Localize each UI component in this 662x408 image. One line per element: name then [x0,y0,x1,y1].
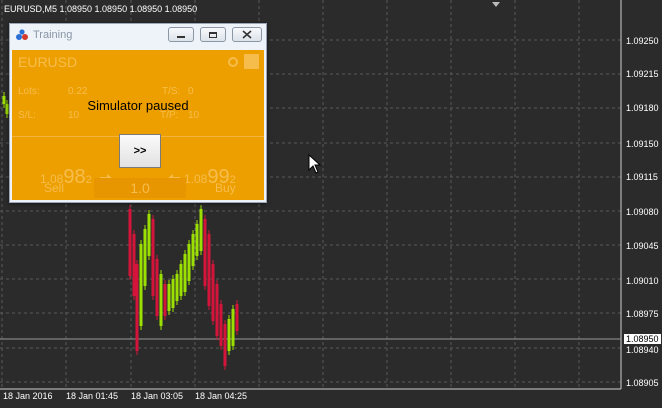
candle-body [191,234,195,266]
price-axis-label: 1.09250 [626,36,659,46]
buy-button[interactable]: Buy [215,181,236,195]
time-axis-label: 18 Jan 04:25 [195,391,248,401]
time-axis-label: 18 Jan 2016 [3,391,53,401]
candle-body [195,224,199,256]
training-dialog: Training EURUSD Lots: 0.22 T/S: 0 S/L: 1… [9,23,267,203]
current-price-label: 1.08950 [624,334,661,344]
candle-body [235,304,239,331]
time-axis-label: 18 Jan 03:05 [131,391,184,401]
candle-body [163,284,167,316]
buy-price-prefix: 1.08 [184,172,208,186]
volume-value: 1.0 [130,180,150,196]
candle-body [128,209,132,276]
price-axis-label: 1.09080 [626,207,659,217]
candle-body [187,244,191,281]
sell-price-fraction: 2 [85,174,92,186]
candle-body [199,209,203,251]
candle-body [159,274,163,326]
candle-body [215,284,219,336]
app-logo-icon [16,29,28,40]
candle-body [175,274,179,301]
price-axis-label: 1.08940 [626,345,659,355]
mouse-cursor-icon [308,154,321,174]
candle-body [135,264,139,351]
ts-label: T/S: [162,86,181,97]
dialog-title: Training [33,29,73,41]
price-axis-label: 1.08905 [626,378,659,388]
panel-symbol: EURUSD [18,54,78,70]
price-axis-label: 1.09180 [626,103,659,113]
minimize-button[interactable] [168,27,194,42]
candle-body [171,279,175,308]
candle-body [147,214,151,256]
simulator-status-text: Simulator paused [87,98,189,113]
candle-body [179,264,183,296]
sell-price-pips: 98 [63,166,86,188]
candle-body [167,284,171,311]
candle-body [139,244,143,326]
candle-body [203,219,207,286]
candle-body [155,259,159,316]
candle-body [183,254,187,292]
price-axis-label: 1.08975 [626,309,659,319]
minimize-icon [177,35,185,38]
sell-button[interactable]: Sell [44,181,64,195]
price-axis-label: 1.09115 [626,172,658,182]
maximize-button[interactable] [200,27,226,42]
gear-icon[interactable] [226,55,240,69]
ts-value[interactable]: 0 [188,86,194,97]
lots-label: Lots: [18,86,40,97]
candle-body [211,264,215,321]
volume-field[interactable]: 1.0 [94,178,186,198]
candle-body [231,309,235,346]
candle-body [143,229,147,286]
panel-toggle-button[interactable] [244,54,259,69]
price-axis-label: 1.09215 [626,69,659,79]
price-axis-label: 1.09150 [626,139,659,149]
price-axis-label: 1.09045 [626,241,659,251]
chart-shift-marker [492,2,500,7]
candle-body [227,319,231,351]
time-axis-label: 18 Jan 01:45 [66,391,119,401]
candle-body [207,234,211,306]
candle-body [132,234,136,296]
close-button[interactable] [232,27,262,42]
price-axis-label: 1.09010 [626,276,659,286]
lots-value[interactable]: 0.22 [68,86,87,97]
chart-header: EURUSD,M5 1.08950 1.08950 1.08950 1.0895… [4,4,198,14]
play-button[interactable]: >> [119,134,161,168]
candle-body [223,324,227,366]
maximize-icon [209,31,217,38]
candle-body [2,96,6,104]
candle-body [151,219,155,296]
candle-body [219,304,223,346]
dialog-titlebar[interactable]: Training [10,24,266,46]
close-icon [242,30,252,39]
